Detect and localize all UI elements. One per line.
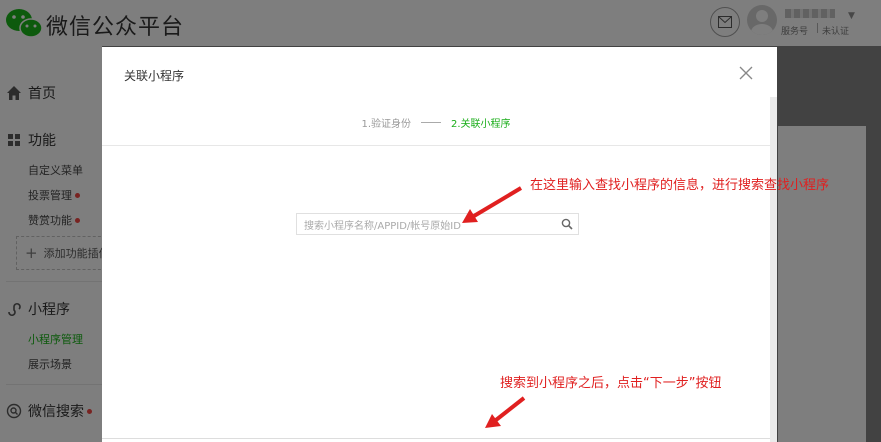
- step-indicator: 1.验证身份 2.关联小程序: [102, 115, 770, 130]
- miniprogram-search-input[interactable]: [297, 216, 547, 237]
- miniprogram-search-box: [296, 213, 579, 237]
- annotation-search-hint: 在这里输入查找小程序的信息，进行搜索查找小程序: [530, 178, 830, 193]
- step-verify-identity: 1.验证身份: [361, 119, 411, 130]
- step-connector: [421, 122, 441, 123]
- dialog-title: 关联小程序: [124, 69, 185, 83]
- step-link-miniprogram: 2.关联小程序: [451, 119, 511, 130]
- annotation-next-step-hint: 搜索到小程序之后，点击“下一步”按钮: [500, 376, 722, 391]
- search-icon[interactable]: [561, 218, 573, 230]
- dialog-footer-divider: [102, 438, 770, 439]
- close-icon[interactable]: [737, 64, 755, 82]
- dialog-divider: [102, 145, 770, 146]
- dialog-scrollbar[interactable]: [770, 97, 777, 442]
